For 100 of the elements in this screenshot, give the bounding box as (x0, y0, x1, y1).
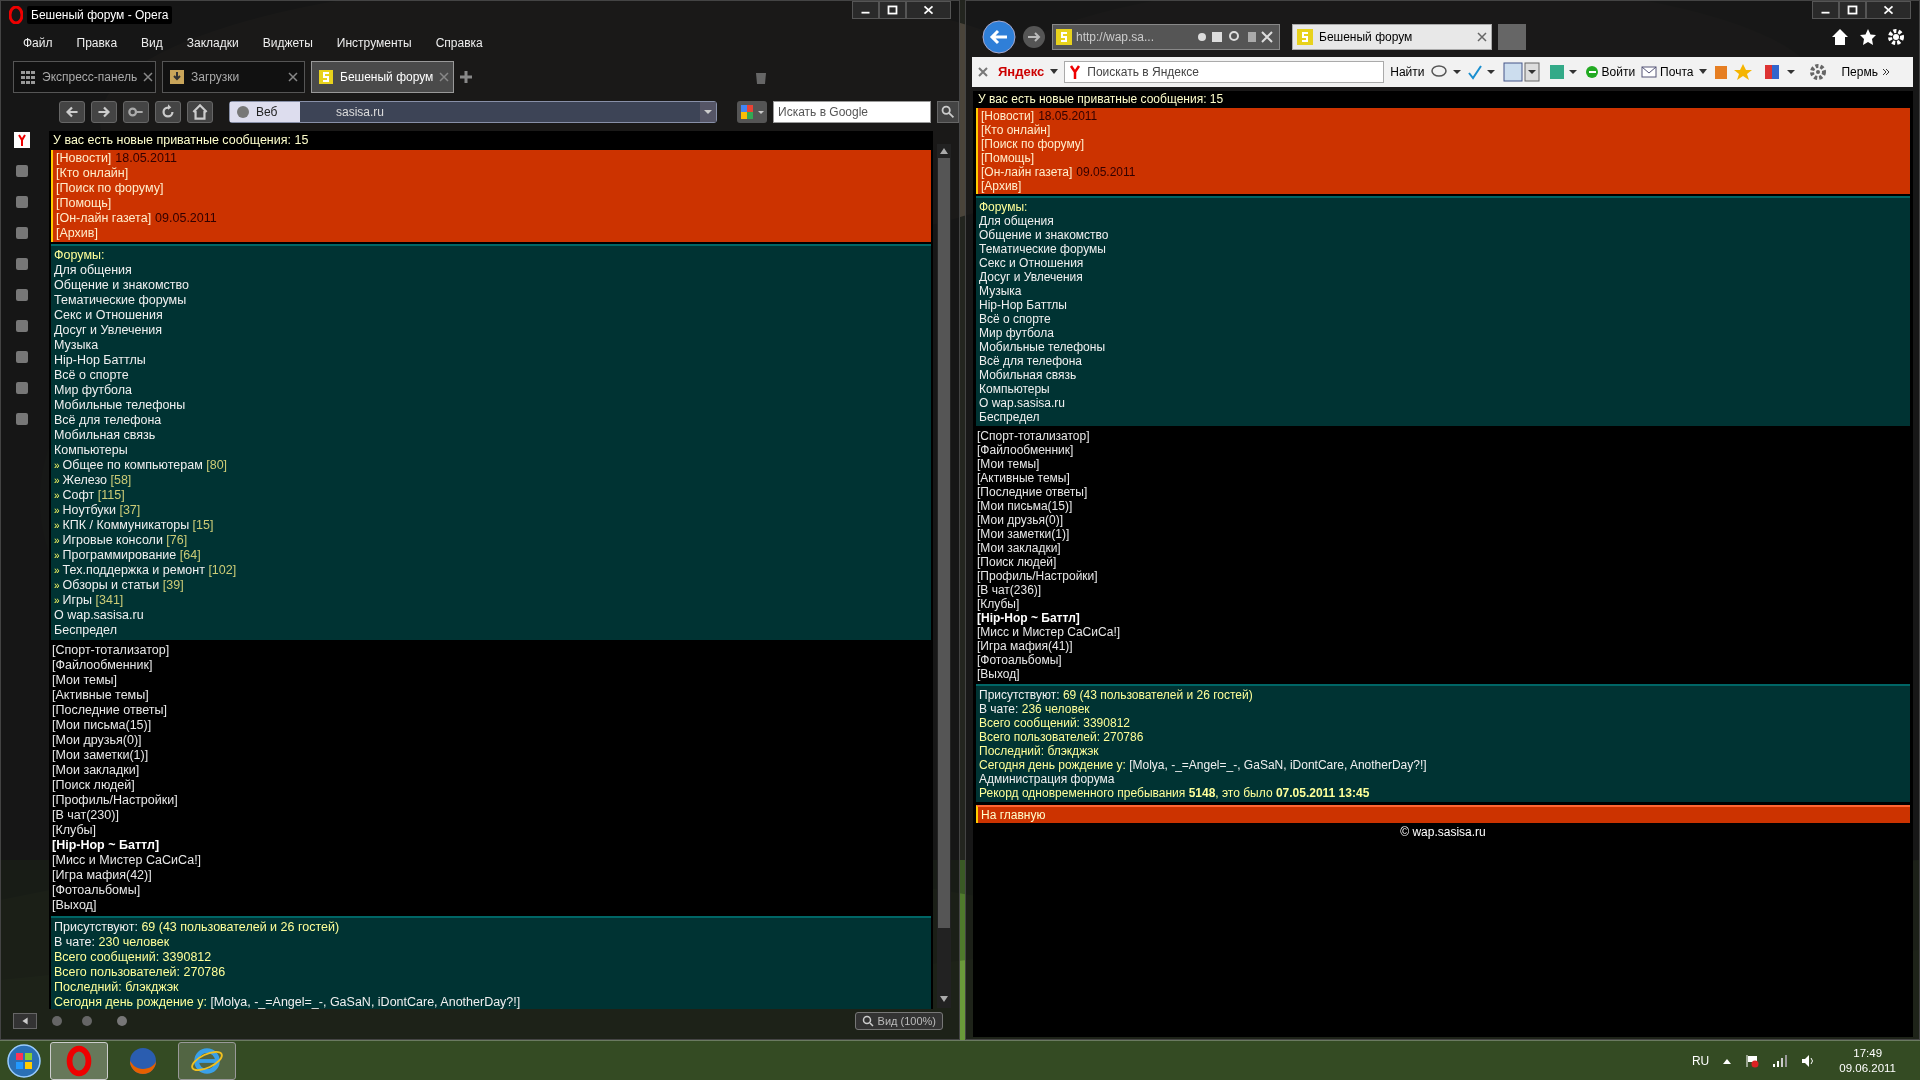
search-icon[interactable] (937, 101, 959, 123)
forum-link[interactable]: Всё для телефона (979, 354, 1082, 368)
minimize-icon[interactable] (1812, 1, 1839, 19)
menu-link[interactable]: [Мисс и Мистер СаСиСа!] (977, 625, 1121, 639)
scrollbar-drawing[interactable] (937, 144, 951, 1008)
news-link[interactable]: [Он-лайн газета] (56, 211, 152, 226)
menu-link[interactable]: [Файлообменник] (52, 658, 153, 673)
menu-item[interactable]: Справка (423, 34, 495, 52)
menu-item[interactable]: Виджеты (250, 34, 325, 52)
subforum-link[interactable]: » Общее по компьютерам [80] (54, 458, 228, 473)
login-button[interactable]: Войти (1584, 63, 1636, 81)
menu-link[interactable]: [Клубы] (52, 823, 97, 838)
subforum-link[interactable]: » Железо [58] (54, 473, 132, 488)
forum-link[interactable]: Досуг и Увлечения (54, 323, 163, 338)
forum-link[interactable]: Мир футбола (54, 383, 133, 398)
menu-link[interactable]: [Мои закладки] (52, 763, 140, 778)
forward-icon[interactable] (91, 101, 117, 123)
menu-link[interactable]: [Спорт-тотализатор] (977, 429, 1090, 443)
forum-link[interactable]: Беспредел (54, 623, 117, 638)
home-icon[interactable] (187, 101, 213, 123)
language-indicator[interactable]: RU (1691, 1051, 1710, 1070)
menu-link[interactable]: [Мои друзья(0)] (977, 513, 1063, 527)
menu-link[interactable]: [Последние ответы] (977, 485, 1088, 499)
menu-link[interactable]: [Мисс и Мистер СаСиСа!] (52, 853, 202, 868)
panel-toggle-icon[interactable] (13, 1013, 37, 1029)
zoom-button[interactable]: Вид (100%) (854, 1012, 943, 1030)
menu-link[interactable]: [Поиск людей] (977, 555, 1057, 569)
forum-link[interactable]: Музыка (979, 284, 1022, 298)
address-field[interactable]: http://wap.sa... (1052, 24, 1280, 50)
close-icon[interactable] (288, 72, 298, 82)
menu-link[interactable]: [Hip-Hop ~ Баттл] (977, 611, 1080, 625)
dictionary-icon[interactable] (1548, 63, 1579, 81)
menu-link[interactable]: [Файлообменник] (977, 443, 1074, 457)
search-field[interactable]: Искать в Google (773, 101, 931, 123)
menu-link[interactable]: [Мои темы] (52, 673, 118, 688)
close-icon[interactable] (1866, 1, 1911, 19)
forum-link[interactable]: Общение и знакомство (54, 278, 189, 293)
menu-item[interactable]: Закладки (174, 34, 251, 52)
news-link[interactable]: [Новости] (56, 151, 112, 166)
menu-link[interactable]: [Фотоальбомы] (52, 883, 141, 898)
forum-link[interactable]: Всё для телефона (54, 413, 162, 428)
find-button[interactable]: Найти (1390, 63, 1425, 81)
maximize-icon[interactable] (1839, 1, 1866, 19)
forum-link[interactable]: Мобильные телефоны (979, 340, 1105, 354)
forum-link[interactable]: Hip-Hop Баттлы (54, 353, 146, 368)
news-link[interactable]: [Поиск по форуму] (981, 137, 1085, 151)
search-field[interactable]: Поискать в Яндексе (1064, 61, 1385, 83)
forum-link[interactable]: Общение и знакомство (979, 228, 1109, 242)
menu-link[interactable]: [Мои темы] (977, 457, 1040, 471)
browser-tab[interactable]: Загрузки (162, 61, 305, 93)
menu-link[interactable]: [Мои закладки] (977, 541, 1061, 555)
close-icon[interactable] (143, 72, 154, 82)
menu-link[interactable]: [Клубы] (977, 597, 1020, 611)
scope-button[interactable]: Веб (230, 102, 300, 122)
mail-button[interactable]: Почта (1641, 63, 1694, 81)
forum-link[interactable]: Секс и Отношения (979, 256, 1084, 270)
forum-link[interactable]: Компьютеры (979, 382, 1050, 396)
translate-icon[interactable] (1502, 62, 1543, 82)
news-link[interactable]: [Помощь] (981, 151, 1034, 165)
forum-link[interactable]: Досуг и Увлечения (979, 270, 1083, 284)
menu-link[interactable]: [Профиль/Настройки] (52, 793, 178, 808)
speaker-icon[interactable] (1801, 1053, 1816, 1068)
forum-link[interactable]: Беспредел (979, 410, 1040, 424)
forum-link[interactable]: Мобильные телефоны (54, 398, 186, 413)
news-link[interactable]: [Архив] (56, 226, 98, 241)
back-icon[interactable] (982, 20, 1016, 54)
spellcheck-icon[interactable] (1466, 64, 1497, 80)
news-link[interactable]: [Кто онлайн] (56, 166, 129, 181)
menu-link[interactable]: [Поиск людей] (52, 778, 135, 793)
menu-link[interactable]: [Мои заметки(1)] (977, 527, 1070, 541)
news-link[interactable]: [Он-лайн газета] (981, 165, 1073, 179)
menu-link[interactable]: [Мои письма(15)] (977, 499, 1073, 513)
menu-item[interactable]: Инструменты (324, 34, 424, 52)
forum-link[interactable]: О wap.sasisa.ru (979, 396, 1066, 410)
star-icon[interactable] (1859, 28, 1877, 46)
signal-icon[interactable] (1773, 1054, 1788, 1067)
subforum-link[interactable]: » КПК / Коммуникаторы [15] (54, 518, 214, 533)
close-icon[interactable] (906, 1, 951, 19)
subforum-link[interactable]: » Игры [341] (54, 593, 124, 608)
forum-link[interactable]: Для общения (979, 214, 1054, 228)
forum-link[interactable]: Тематические форумы (979, 242, 1106, 256)
caret-icon[interactable] (1699, 69, 1708, 75)
menu-item[interactable]: Правка (64, 34, 130, 52)
menu-link[interactable]: [Выход] (52, 898, 97, 913)
menu-link[interactable]: [Активные темы] (977, 471, 1070, 485)
subforum-link[interactable]: » Обзоры и статьи [39] (54, 578, 184, 593)
news-link[interactable]: [Поиск по форуму] (56, 181, 164, 196)
subforum-link[interactable]: » Тех.поддержка и ремонт [102] (54, 563, 237, 578)
menu-link[interactable]: [Hip-Hop ~ Баттл] (52, 838, 160, 853)
address-field[interactable]: Веб sasisa.ru (229, 101, 717, 123)
menu-link[interactable]: [В чат(236)] (977, 583, 1042, 597)
forum-link[interactable]: Секс и Отношения (54, 308, 163, 323)
forum-link[interactable]: Музыка (54, 338, 99, 353)
flag-icon[interactable] (1745, 1053, 1760, 1068)
forum-link[interactable]: Для общения (54, 263, 132, 278)
reload-icon[interactable] (155, 101, 181, 123)
news-link[interactable]: [Архив] (981, 179, 1022, 193)
back-icon[interactable] (59, 101, 85, 123)
menu-link[interactable]: [Игра мафия(41)] (977, 639, 1073, 653)
caret-icon[interactable] (1050, 69, 1059, 75)
